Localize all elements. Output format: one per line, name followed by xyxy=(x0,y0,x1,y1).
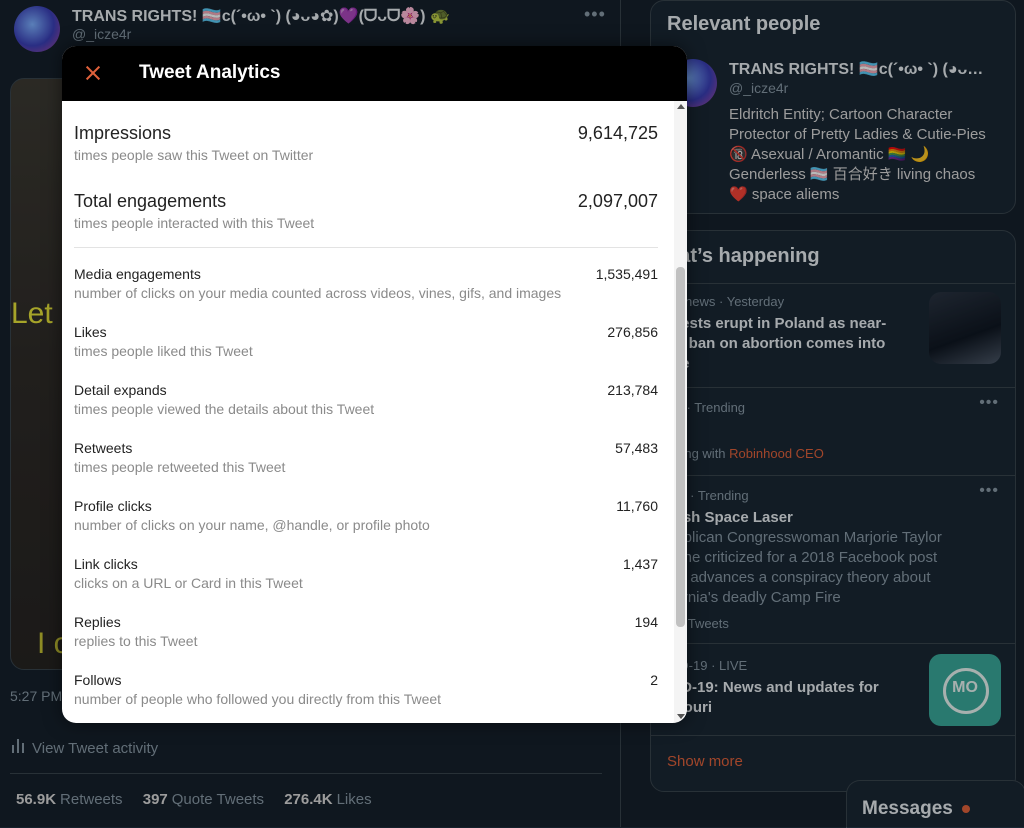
metric-description: times people liked this Tweet xyxy=(74,343,253,359)
metric-likes: Likes 276,856 times people liked this Tw… xyxy=(74,324,658,364)
metric-impressions: Impressions 9,614,725 times people saw t… xyxy=(74,123,658,171)
metric-retweets: Retweets 57,483 times people retweeted t… xyxy=(74,440,658,480)
metric-link-clicks: Link clicks 1,437 clicks on a URL or Car… xyxy=(74,556,658,596)
metric-label: Impressions xyxy=(74,123,172,143)
metric-description: times people saw this Tweet on Twitter xyxy=(74,147,314,163)
metric-value: 11,760 xyxy=(616,498,658,514)
metric-replies: Replies 194 replies to this Tweet xyxy=(74,614,658,654)
metric-follows: Follows 2 number of people who followed … xyxy=(74,672,658,712)
metric-label: Media engagements xyxy=(74,266,201,282)
metric-label: Profile clicks xyxy=(74,498,152,514)
metric-label: Link clicks xyxy=(74,556,138,572)
divider xyxy=(74,247,658,248)
metric-value: 213,784 xyxy=(607,382,658,398)
metric-label: Replies xyxy=(74,614,121,630)
analytics-list: Impressions 9,614,725 times people saw t… xyxy=(62,101,674,723)
metric-description: times people retweeted this Tweet xyxy=(74,459,286,475)
metric-label: Total engagements xyxy=(74,191,227,211)
metric-profile-clicks: Profile clicks 11,760 number of clicks o… xyxy=(74,498,658,538)
metric-description: times people interacted with this Tweet xyxy=(74,215,315,231)
metric-description: number of clicks on your media counted a… xyxy=(74,285,562,301)
metric-label: Likes xyxy=(74,324,107,340)
metric-total-engagements: Total engagements 2,097,007 times people… xyxy=(74,191,658,239)
metric-value: 194 xyxy=(634,614,658,630)
metric-description: number of people who followed you direct… xyxy=(74,691,442,707)
scroll-down-arrow-icon[interactable] xyxy=(677,714,685,719)
metric-description: clicks on a URL or Card in this Tweet xyxy=(74,575,303,591)
modal-title: Tweet Analytics xyxy=(139,62,281,83)
metric-value: 57,483 xyxy=(615,440,658,456)
metric-label: Follows xyxy=(74,672,122,688)
metric-value: 2 xyxy=(650,672,658,688)
metric-description: number of clicks on your name, @handle, … xyxy=(74,517,430,533)
metric-label: Detail expands xyxy=(74,382,167,398)
close-icon[interactable] xyxy=(78,58,108,88)
tweet-analytics-modal: Tweet Analytics Impressions 9,614,725 ti… xyxy=(62,46,687,723)
metric-description: times people viewed the details about th… xyxy=(74,401,375,417)
scroll-up-arrow-icon[interactable] xyxy=(677,104,685,109)
metric-value: 1,535,491 xyxy=(595,266,658,282)
metric-value: 9,614,725 xyxy=(577,123,658,143)
metric-value: 276,856 xyxy=(607,324,658,340)
metric-label: Retweets xyxy=(74,440,133,456)
scrollbar-thumb[interactable] xyxy=(676,267,685,627)
metric-value: 1,437 xyxy=(622,556,658,572)
metric-description: replies to this Tweet xyxy=(74,633,198,649)
metric-value: 2,097,007 xyxy=(577,191,658,211)
metric-media-engagements: Media engagements 1,535,491 number of cl… xyxy=(74,266,658,306)
modal-header: Tweet Analytics xyxy=(62,46,687,101)
metric-detail-expands: Detail expands 213,784 times people view… xyxy=(74,382,658,422)
modal-scrollbar[interactable] xyxy=(674,101,687,723)
